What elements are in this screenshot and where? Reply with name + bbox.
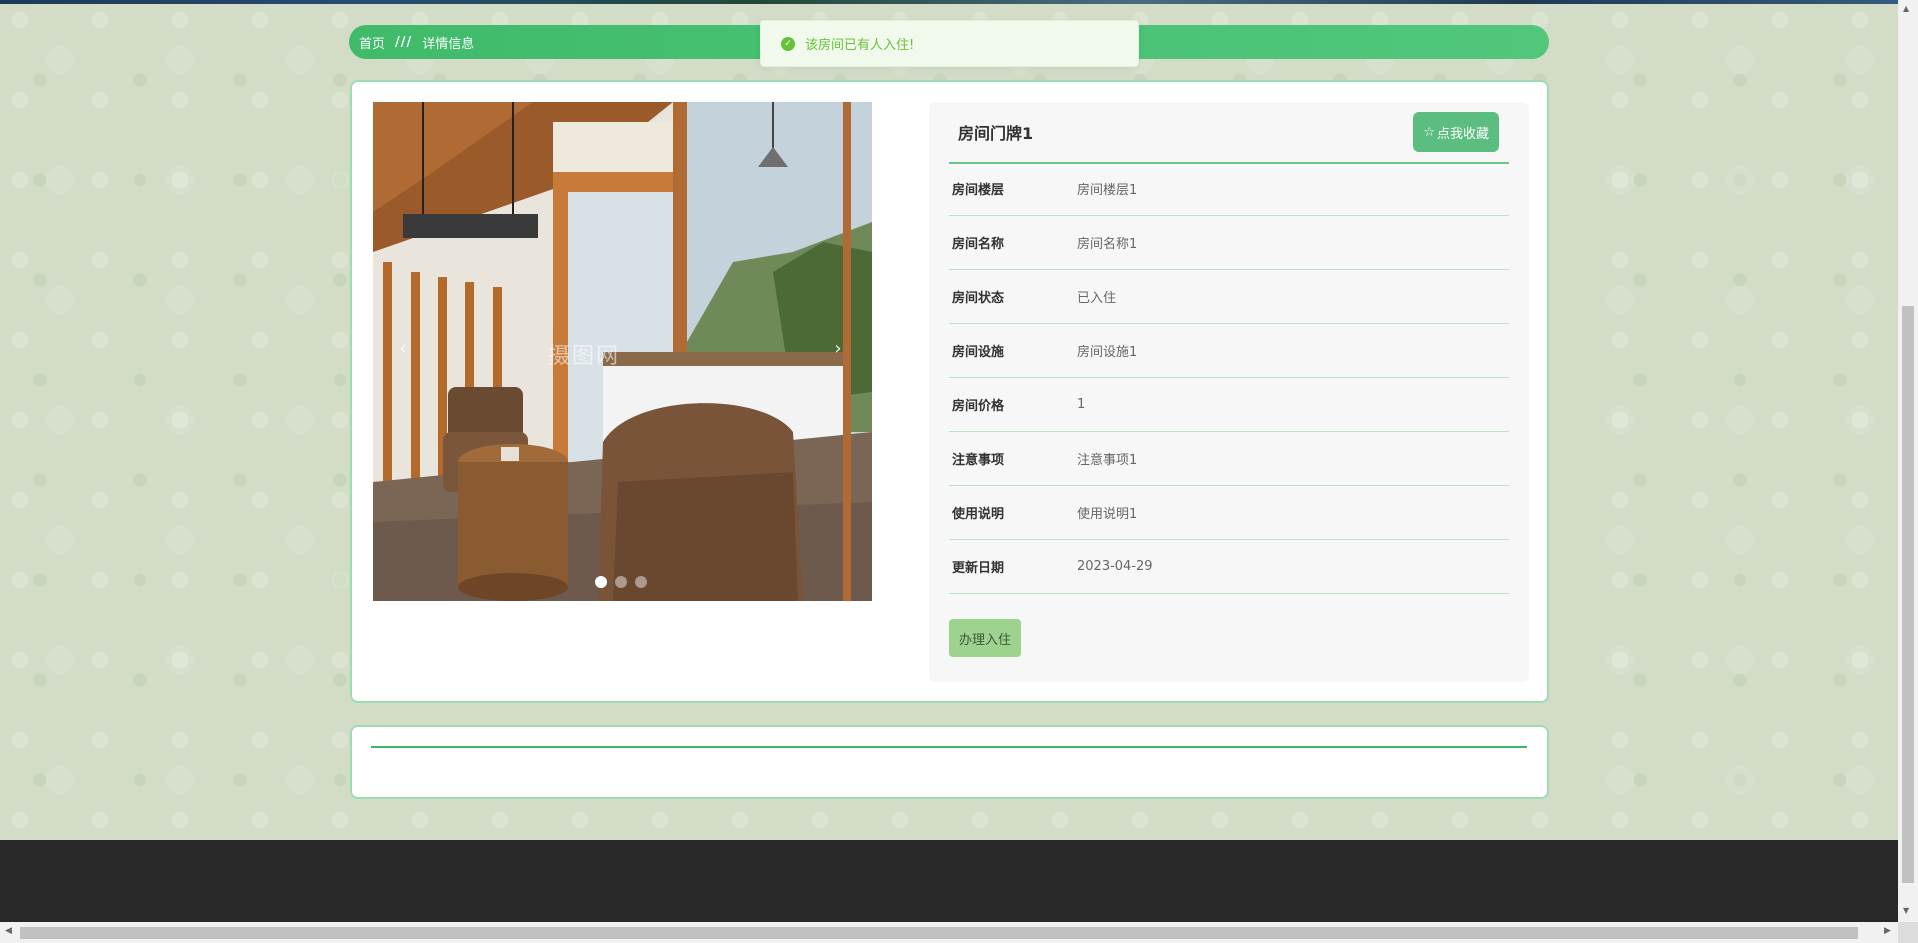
- carousel-next-button[interactable]: ›: [828, 338, 848, 359]
- room-details-panel: 房间门牌1 ☆ 点我收藏 房间楼层 房间楼层1 房间名称 房间名称1 房间状态 …: [929, 102, 1529, 682]
- field-value: 房间设施1: [1077, 345, 1138, 360]
- scroll-right-icon[interactable]: ▶: [1884, 926, 1891, 936]
- toast-message: ✓ 该房间已有人入住!: [760, 20, 1139, 67]
- scroll-up-icon[interactable]: ▲: [1903, 4, 1909, 13]
- scrollbar-corner: [1898, 922, 1918, 943]
- room-detail-card: 摄图网 ‹ › 房间门牌1 ☆ 点我收藏 房间楼层 房间楼层1 房间名称 房间名…: [350, 80, 1549, 703]
- horizontal-scroll-thumb[interactable]: [20, 927, 1858, 939]
- field-label: 注意事项: [952, 453, 1005, 468]
- field-value: 使用说明1: [1077, 507, 1138, 522]
- field-row: 房间名称 房间名称1: [949, 216, 1509, 270]
- header-banner-strip: [0, 0, 1898, 4]
- divider: [371, 746, 1527, 748]
- room-fields: 房间楼层 房间楼层1 房间名称 房间名称1 房间状态 已入住 房间设施 房间设施…: [949, 162, 1509, 594]
- carousel-dot[interactable]: [615, 576, 627, 588]
- breadcrumb-current: 详情信息: [422, 36, 475, 52]
- field-row: 更新日期 2023-04-29: [949, 540, 1509, 594]
- field-label: 房间设施: [952, 345, 1005, 360]
- vertical-scrollbar[interactable]: ▲ ▼: [1898, 0, 1918, 922]
- carousel-prev-button[interactable]: ‹: [393, 338, 413, 359]
- field-label: 房间状态: [952, 291, 1005, 306]
- room-photo: [373, 102, 872, 601]
- scroll-left-icon[interactable]: ◀: [5, 926, 12, 936]
- field-row: 房间楼层 房间楼层1: [949, 162, 1509, 216]
- checkin-button[interactable]: 办理入住: [949, 619, 1022, 657]
- toast-text: 该房间已有人入住!: [805, 38, 915, 53]
- details-header: 房间门牌1 ☆ 点我收藏: [949, 102, 1509, 164]
- field-row: 使用说明 使用说明1: [949, 486, 1509, 540]
- field-label: 房间名称: [952, 237, 1005, 252]
- field-value: 房间名称1: [1077, 237, 1138, 252]
- page-footer: [0, 840, 1898, 922]
- carousel-indicators: [595, 576, 647, 588]
- check-circle-icon: ✓: [781, 36, 795, 51]
- field-value: 1: [1077, 397, 1086, 412]
- breadcrumb-separator: ///: [395, 34, 413, 50]
- breadcrumb-home-link[interactable]: 首页: [359, 33, 385, 52]
- favorite-button[interactable]: ☆ 点我收藏: [1413, 112, 1499, 152]
- room-image-carousel[interactable]: 摄图网 ‹ ›: [373, 102, 872, 601]
- favorite-label: 点我收藏: [1436, 126, 1489, 142]
- carousel-dot[interactable]: [595, 576, 607, 588]
- scroll-down-icon[interactable]: ▼: [1903, 906, 1909, 915]
- watermark-text: 摄图网: [548, 344, 621, 369]
- field-label: 房间价格: [952, 399, 1005, 414]
- field-label: 房间楼层: [952, 183, 1005, 198]
- carousel-dot[interactable]: [635, 576, 647, 588]
- horizontal-scrollbar[interactable]: ◀ ▶: [0, 922, 1898, 943]
- vertical-scroll-thumb[interactable]: [1902, 306, 1914, 883]
- field-value: 房间楼层1: [1077, 183, 1138, 198]
- field-row: 注意事项 注意事项1: [949, 432, 1509, 486]
- field-label: 使用说明: [952, 507, 1005, 522]
- star-icon: ☆: [1423, 124, 1435, 140]
- field-value: 注意事项1: [1077, 453, 1138, 468]
- field-value: 2023-04-29: [1077, 559, 1153, 574]
- field-row: 房间状态 已入住: [949, 270, 1509, 324]
- room-title: 房间门牌1: [958, 124, 1034, 143]
- field-label: 更新日期: [952, 561, 1005, 576]
- field-value: 已入住: [1077, 291, 1117, 306]
- field-row: 房间价格 1: [949, 378, 1509, 432]
- field-row: 房间设施 房间设施1: [949, 324, 1509, 378]
- description-card: [350, 725, 1549, 799]
